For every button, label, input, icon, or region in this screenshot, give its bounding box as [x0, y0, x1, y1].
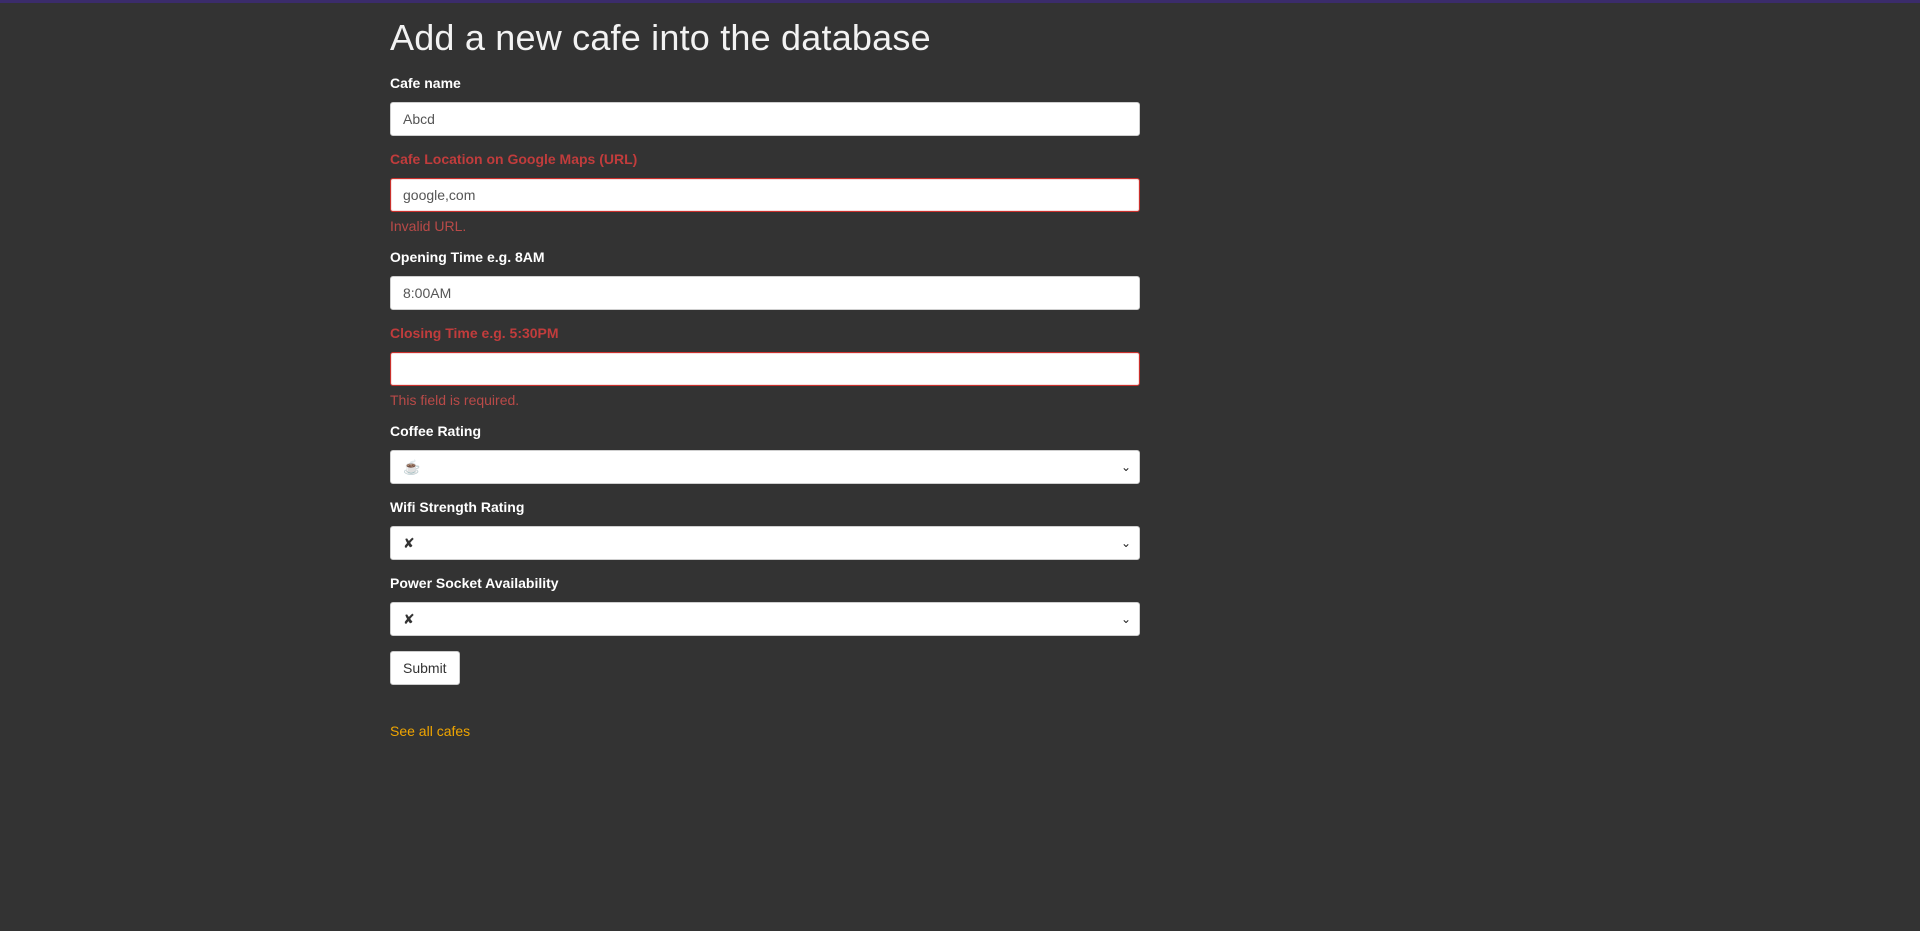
chevron-down-icon: ⌄ — [1120, 536, 1131, 550]
wifi-rating-selected: ✘ — [403, 535, 415, 551]
see-all-cafes-link[interactable]: See all cafes — [390, 723, 470, 739]
closing-time-error: This field is required. — [390, 392, 520, 408]
closing-time-group: Closing Time e.g. 5:30PM This field is r… — [390, 323, 1140, 410]
wifi-rating-label: Wifi Strength Rating — [390, 499, 525, 515]
location-input[interactable] — [390, 178, 1140, 212]
closing-time-input[interactable] — [390, 352, 1140, 386]
add-cafe-form: Cafe name Cafe Location on Google Maps (… — [390, 73, 1140, 685]
cafe-name-group: Cafe name — [390, 73, 1140, 136]
location-label: Cafe Location on Google Maps (URL) — [390, 151, 638, 167]
power-socket-group: Power Socket Availability ✘ ⌄ — [390, 573, 1140, 636]
coffee-rating-select[interactable]: ☕️ ⌄ — [390, 450, 1140, 484]
page-title: Add a new cafe into the database — [390, 17, 931, 58]
cafe-name-label: Cafe name — [390, 75, 461, 91]
power-socket-label: Power Socket Availability — [390, 575, 559, 591]
power-socket-select[interactable]: ✘ ⌄ — [390, 602, 1140, 636]
submit-row: Submit — [390, 651, 1140, 685]
closing-time-label: Closing Time e.g. 5:30PM — [390, 325, 559, 341]
power-socket-selected: ✘ — [403, 611, 415, 627]
opening-time-label: Opening Time e.g. 8AM — [390, 249, 545, 265]
cafe-name-input[interactable] — [390, 102, 1140, 136]
footer-links: See all cafes — [390, 723, 1140, 741]
submit-button[interactable]: Submit — [390, 651, 460, 685]
opening-time-input[interactable] — [390, 276, 1140, 310]
opening-time-group: Opening Time e.g. 8AM — [390, 247, 1140, 310]
form-container: Add a new cafe into the database Cafe na… — [390, 0, 1140, 741]
chevron-down-icon: ⌄ — [1120, 612, 1131, 626]
coffee-rating-label: Coffee Rating — [390, 423, 481, 439]
coffee-rating-selected: ☕️ — [403, 459, 421, 475]
chevron-down-icon: ⌄ — [1120, 460, 1131, 474]
location-group: Cafe Location on Google Maps (URL) Inval… — [390, 149, 1140, 236]
location-error: Invalid URL. — [390, 218, 467, 234]
coffee-rating-group: Coffee Rating ☕️ ⌄ — [390, 421, 1140, 484]
wifi-rating-group: Wifi Strength Rating ✘ ⌄ — [390, 497, 1140, 560]
wifi-rating-select[interactable]: ✘ ⌄ — [390, 526, 1140, 560]
